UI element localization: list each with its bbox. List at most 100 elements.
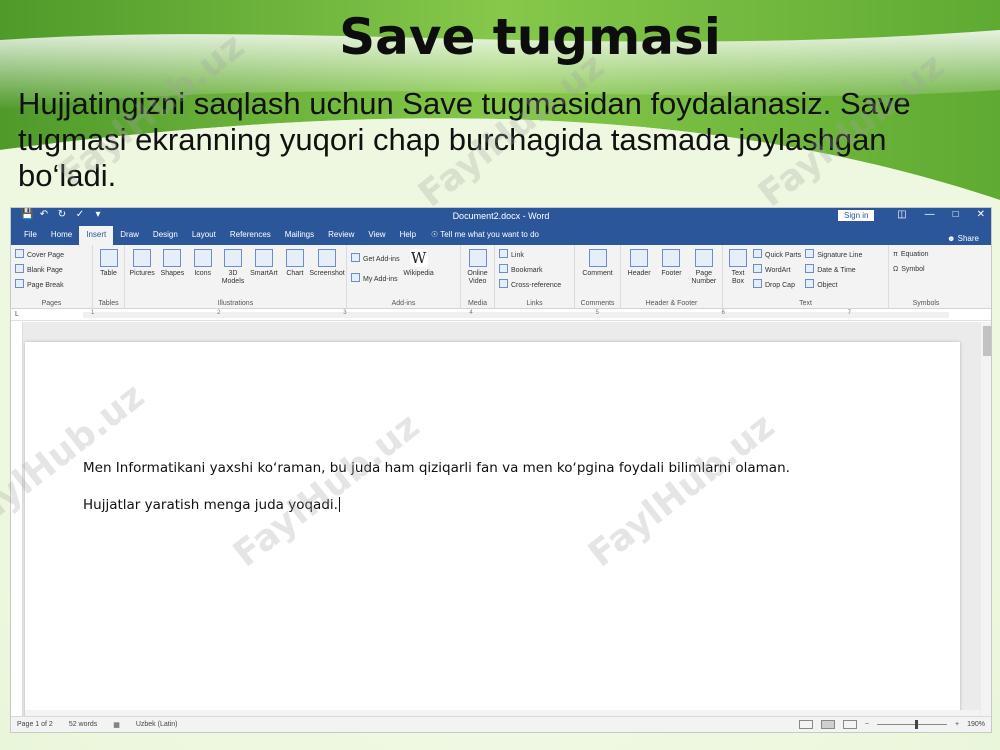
ruler-marks: 1 2 3 4 5 6 7 — [91, 310, 851, 316]
date-time-button[interactable]: Date & Time — [805, 264, 862, 276]
online-video-label: Online Video — [467, 270, 488, 285]
share-button[interactable]: ☻ Share — [947, 234, 979, 243]
title-bar: 💾 ↶ ↻ ✓ ▾ Document2.docx - Word Sign in … — [11, 208, 991, 224]
zoom-slider[interactable] — [877, 720, 947, 729]
tab-mailings[interactable]: Mailings — [278, 226, 321, 245]
drop-cap-button[interactable]: Drop Cap — [753, 279, 801, 291]
cross-reference-button[interactable]: Cross-reference — [499, 279, 570, 291]
web-layout-view-button[interactable] — [842, 720, 857, 729]
drop-cap-label: Drop Cap — [765, 282, 795, 289]
tab-review[interactable]: Review — [321, 226, 361, 245]
page-break-icon — [15, 279, 24, 288]
footer-label: Footer — [661, 270, 682, 277]
wordart-button[interactable]: WordArt — [753, 264, 801, 276]
tell-me-label: Tell me what you want to do — [440, 230, 539, 239]
paragraph-1[interactable]: Men Informatikani yaxshi koʻraman, bu ju… — [83, 460, 790, 476]
zoom-out-button[interactable]: − — [865, 721, 869, 728]
my-addins-label: My Add-ins — [363, 276, 398, 283]
tab-view[interactable]: View — [361, 226, 392, 245]
bookmark-icon — [499, 264, 508, 273]
minimize-icon[interactable]: — — [925, 209, 935, 220]
tab-insert[interactable]: Insert — [79, 226, 114, 245]
table-icon — [99, 249, 118, 267]
close-icon[interactable]: ✕ — [977, 209, 985, 220]
equation-label: Equation — [900, 251, 929, 258]
word-count[interactable]: 52 words — [69, 721, 97, 729]
icons-button[interactable]: Icons — [190, 249, 216, 286]
wikipedia-icon: W — [409, 249, 428, 267]
text-box-icon — [729, 249, 747, 267]
tab-design[interactable]: Design — [146, 226, 185, 245]
tab-home[interactable]: Home — [44, 226, 79, 245]
page-number-button[interactable]: Page Number — [690, 249, 718, 286]
proofing-icon[interactable]: ▦ — [113, 721, 120, 729]
group-illustrations: Pictures Shapes Icons 3D Models SmartArt… — [125, 245, 347, 309]
smartart-button[interactable]: SmartArt — [250, 249, 278, 286]
zoom-in-button[interactable]: + — [955, 721, 959, 728]
3d-models-button[interactable]: 3D Models — [220, 249, 246, 286]
bookmark-label: Bookmark — [511, 267, 543, 274]
symbol-label: Symbol — [901, 266, 925, 273]
tab-file[interactable]: File — [17, 226, 44, 245]
header-icon — [630, 249, 649, 267]
online-video-button[interactable]: Online Video — [465, 249, 490, 286]
wikipedia-button[interactable]: W Wikipedia — [403, 249, 434, 285]
horizontal-ruler[interactable]: L 1 2 3 4 5 6 7 — [11, 309, 991, 321]
tab-references[interactable]: References — [223, 226, 278, 245]
pictures-button[interactable]: Pictures — [129, 249, 155, 286]
tab-help[interactable]: Help — [393, 226, 423, 245]
comment-button[interactable]: Comment — [579, 249, 616, 278]
blank-page-button[interactable]: Blank Page — [15, 264, 88, 276]
print-layout-view-button[interactable] — [820, 720, 835, 729]
link-button[interactable]: Link — [499, 249, 570, 261]
sign-in-button[interactable]: Sign in — [838, 210, 875, 221]
slide-body-text: Hujjatingizni saqlash uchun Save tugmasi… — [18, 86, 911, 193]
paragraph-2[interactable]: Hujjatlar yaratish menga juda yoqadi. — [83, 497, 340, 513]
ribbon-display-icon[interactable]: ◫ — [897, 209, 906, 220]
vertical-ruler[interactable] — [11, 322, 23, 718]
footer-button[interactable]: Footer — [657, 249, 685, 286]
slide-title: Save tugmasi — [339, 8, 721, 66]
cover-page-button[interactable]: Cover Page — [15, 249, 88, 261]
tab-layout[interactable]: Layout — [185, 226, 223, 245]
page-break-button[interactable]: Page Break — [15, 279, 88, 291]
zoom-level[interactable]: 190% — [967, 721, 985, 728]
header-button[interactable]: Header — [625, 249, 653, 286]
shapes-button[interactable]: Shapes — [159, 249, 185, 286]
group-links: Link Bookmark Cross-reference Links — [495, 245, 575, 309]
signature-line-button[interactable]: Signature Line — [805, 249, 862, 261]
bookmark-button[interactable]: Bookmark — [499, 264, 570, 276]
wordart-icon — [753, 264, 762, 273]
blank-page-label: Blank Page — [27, 267, 63, 274]
object-label: Object — [817, 282, 838, 289]
blank-page-icon — [15, 264, 24, 273]
scrollbar-thumb[interactable] — [983, 326, 991, 356]
symbol-button[interactable]: Ω Symbol — [893, 264, 959, 276]
signature-line-label: Signature Line — [817, 252, 863, 259]
comment-label: Comment — [582, 270, 613, 277]
tab-draw[interactable]: Draw — [113, 226, 146, 245]
chart-button[interactable]: Chart — [282, 249, 308, 286]
language-status[interactable]: Uzbek (Latin) — [136, 721, 178, 729]
group-label-comments: Comments — [580, 300, 615, 307]
vertical-scrollbar[interactable] — [981, 322, 991, 718]
document-page[interactable]: Men Informatikani yaxshi koʻraman, bu ju… — [25, 342, 960, 718]
calendar-icon — [805, 264, 815, 273]
3d-models-label: 3D Models — [221, 270, 245, 285]
wordart-label: WordArt — [765, 267, 791, 274]
date-time-label: Date & Time — [817, 267, 856, 274]
read-mode-view-button[interactable] — [798, 720, 813, 729]
object-button[interactable]: Object — [805, 279, 862, 291]
my-addins-button[interactable]: My Add-ins — [351, 273, 400, 285]
screenshot-button[interactable]: Screenshot — [309, 249, 345, 286]
page-count[interactable]: Page 1 of 2 — [17, 721, 53, 729]
get-addins-button[interactable]: Get Add-ins — [351, 253, 400, 265]
text-box-button[interactable]: Text Box — [727, 249, 749, 291]
equation-button[interactable]: π Equation — [893, 249, 959, 261]
table-button[interactable]: Table — [97, 249, 120, 278]
tell-me-search[interactable]: ☉ Tell me what you want to do — [431, 226, 539, 245]
maximize-icon[interactable]: □ — [953, 209, 959, 220]
tab-selector[interactable]: L — [15, 311, 19, 318]
quick-parts-button[interactable]: Quick Parts — [753, 249, 801, 261]
ruler-mark: 3 — [343, 310, 347, 316]
